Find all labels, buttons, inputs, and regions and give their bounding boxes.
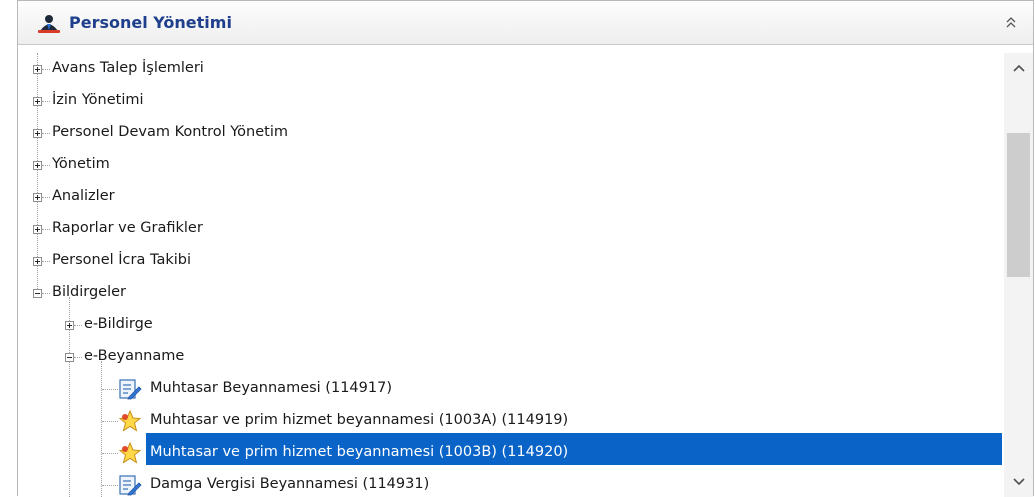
tree-item-devam-kontrol[interactable]: Personel Devam Kontrol Yönetim bbox=[18, 117, 1002, 149]
panel-title: Personel Yönetimi bbox=[69, 13, 232, 32]
expand-icon[interactable] bbox=[65, 321, 74, 330]
tree-item-label[interactable]: e-Bildirge bbox=[84, 316, 153, 332]
person-icon bbox=[38, 15, 60, 33]
panel-header[interactable]: Personel Yönetimi bbox=[18, 1, 1033, 45]
scrollbar-thumb[interactable] bbox=[1007, 133, 1030, 277]
tree-item-muhtasar-1003b[interactable]: Muhtasar ve prim hizmet beyannamesi (100… bbox=[18, 437, 1002, 469]
tree-item-label[interactable]: Personel Devam Kontrol Yönetim bbox=[52, 124, 288, 140]
navigation-tree[interactable]: Avans Talep İşlemleri İzin Yönetimi Pers… bbox=[18, 53, 1002, 497]
star-icon bbox=[118, 410, 142, 432]
tree-item-label[interactable]: e-Beyanname bbox=[84, 348, 184, 364]
tree-item-yonetim[interactable]: Yönetim bbox=[18, 149, 1002, 181]
expand-icon[interactable] bbox=[33, 97, 42, 106]
document-edit-icon bbox=[119, 475, 142, 496]
tree-item-label[interactable]: Raporlar ve Grafikler bbox=[52, 220, 203, 236]
expand-icon[interactable] bbox=[33, 129, 42, 138]
tree-item-label[interactable]: Damga Vergisi Beyannamesi (114931) bbox=[150, 476, 429, 492]
tree-item-muhtasar[interactable]: Muhtasar Beyannamesi (114917) bbox=[18, 373, 1002, 405]
document-edit-icon bbox=[119, 379, 142, 400]
tree-item-label[interactable]: Avans Talep İşlemleri bbox=[52, 60, 204, 76]
tree-item-label[interactable]: Personel İcra Takibi bbox=[52, 252, 191, 268]
tree-item-damga-vergisi[interactable]: Damga Vergisi Beyannamesi (114931) bbox=[18, 469, 1002, 497]
tree-item-icra-takibi[interactable]: Personel İcra Takibi bbox=[18, 245, 1002, 277]
tree-item-bildirgeler[interactable]: Bildirgeler bbox=[18, 277, 1002, 309]
tree-item-label[interactable]: Analizler bbox=[52, 188, 115, 204]
expand-icon[interactable] bbox=[33, 161, 42, 170]
personel-yonetimi-panel: Personel Yönetimi Avans Talep İşlemleri … bbox=[17, 0, 1034, 497]
tree-item-label[interactable]: Muhtasar Beyannamesi (114917) bbox=[150, 380, 392, 396]
expand-icon[interactable] bbox=[33, 65, 42, 74]
tree-item-avans-talep[interactable]: Avans Talep İşlemleri bbox=[18, 53, 1002, 85]
tree-item-label[interactable]: Yönetim bbox=[52, 156, 110, 172]
expand-icon[interactable] bbox=[33, 257, 42, 266]
tree-item-izin-yonetimi[interactable]: İzin Yönetimi bbox=[18, 85, 1002, 117]
vertical-scrollbar[interactable] bbox=[1004, 53, 1033, 497]
double-chevron-up-icon[interactable] bbox=[1005, 15, 1017, 29]
star-icon bbox=[118, 442, 142, 464]
expand-icon[interactable] bbox=[33, 225, 42, 234]
expand-icon[interactable] bbox=[33, 193, 42, 202]
scroll-up-icon[interactable] bbox=[1012, 63, 1026, 73]
tree-item-e-bildirge[interactable]: e-Bildirge bbox=[18, 309, 1002, 341]
tree-item-e-beyanname[interactable]: e-Beyanname bbox=[18, 341, 1002, 373]
tree-item-muhtasar-1003a[interactable]: Muhtasar ve prim hizmet beyannamesi (100… bbox=[18, 405, 1002, 437]
tree-item-label[interactable]: Bildirgeler bbox=[52, 284, 126, 300]
scroll-down-icon[interactable] bbox=[1012, 477, 1026, 487]
tree-item-label[interactable]: Muhtasar ve prim hizmet beyannamesi (100… bbox=[150, 412, 568, 428]
collapse-icon[interactable] bbox=[65, 353, 74, 362]
tree-item-label[interactable]: Muhtasar ve prim hizmet beyannamesi (100… bbox=[150, 444, 568, 460]
tree-item-label[interactable]: İzin Yönetimi bbox=[52, 92, 144, 108]
tree-item-analizler[interactable]: Analizler bbox=[18, 181, 1002, 213]
tree-item-raporlar[interactable]: Raporlar ve Grafikler bbox=[18, 213, 1002, 245]
collapse-icon[interactable] bbox=[33, 289, 42, 298]
